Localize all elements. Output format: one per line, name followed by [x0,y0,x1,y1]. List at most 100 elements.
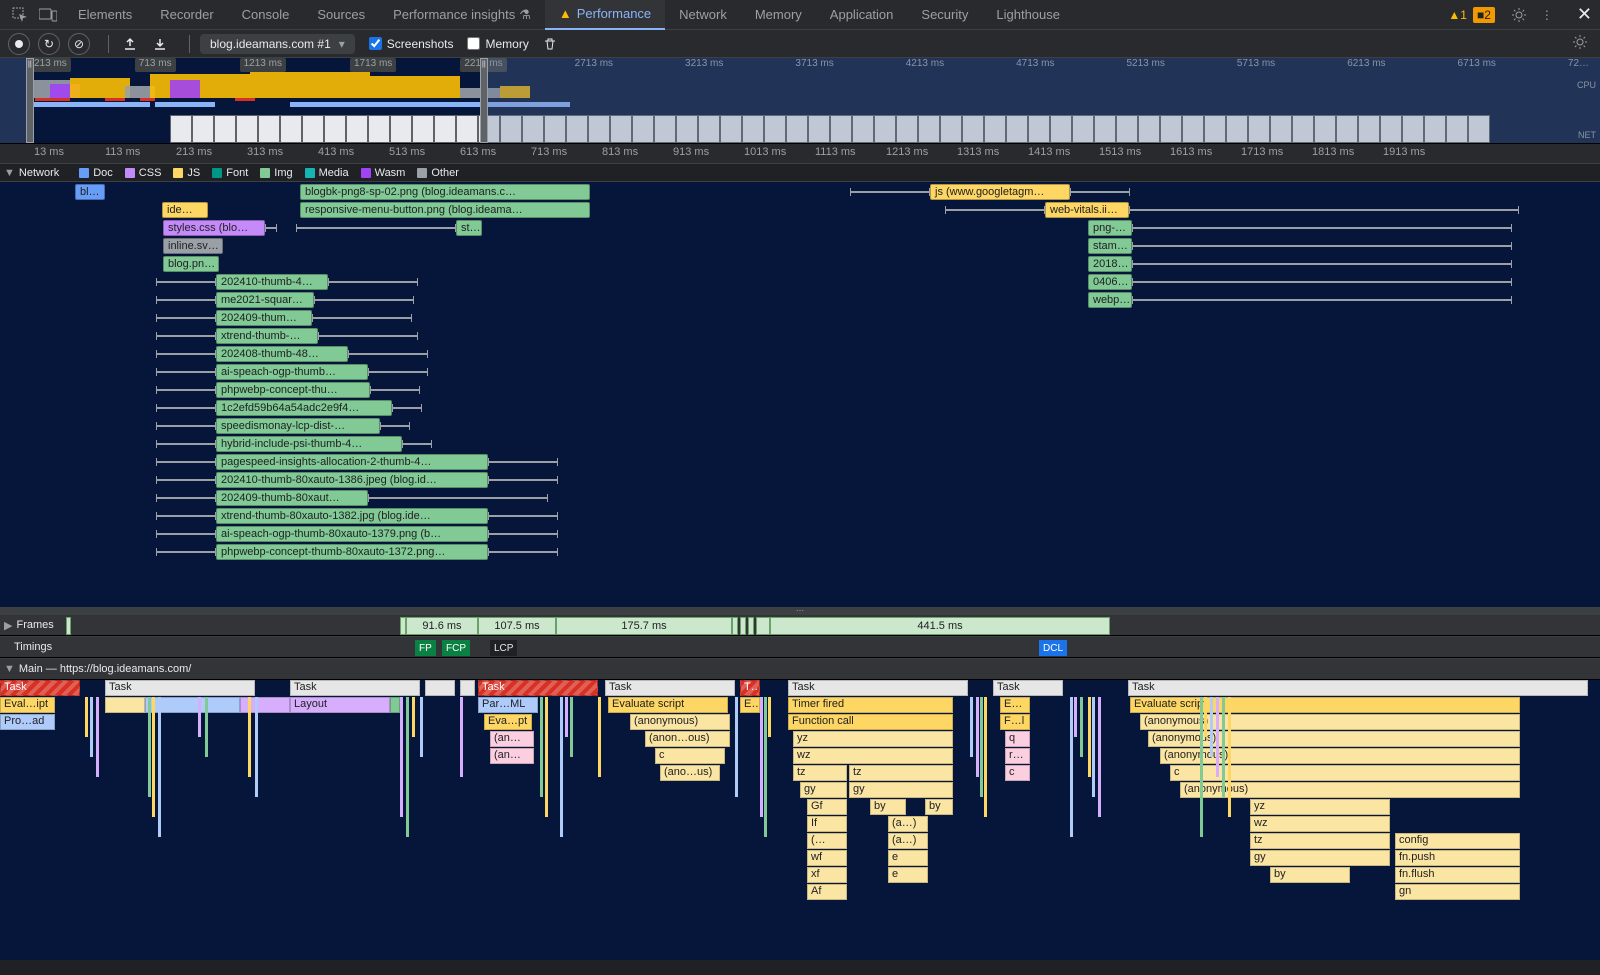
device-toolbar-icon[interactable] [36,3,60,27]
flame-bar[interactable]: (anonymous) [1160,748,1520,764]
flame-bar[interactable]: Layout [290,697,390,713]
flame-bar[interactable]: (… [807,833,847,849]
network-request-bar[interactable]: 0406… [1088,274,1132,290]
filmstrip-thumb[interactable] [390,115,412,143]
flame-bar[interactable] [460,680,475,696]
flame-bar[interactable]: (a…) [888,816,928,832]
flame-bar[interactable]: Task [0,680,80,696]
collapse-triangle-icon[interactable]: ▶ [4,619,12,632]
timing-marker-lcp[interactable]: LCP [490,640,517,656]
network-header[interactable]: ▼ Network DocCSSJSFontImgMediaWasmOther [0,164,1600,182]
flame-bar[interactable]: by [870,799,906,815]
network-request-bar[interactable]: png-… [1088,220,1132,236]
screenshots-checkbox[interactable]: Screenshots [369,37,454,51]
frame-segment[interactable]: 175.7 ms [556,617,732,635]
filmstrip-thumb[interactable] [324,115,346,143]
network-request-bar[interactable]: blogbk-png8-sp-02.png (blog.ideamans.c… [300,184,590,200]
network-request-bar[interactable]: js (www.googletagm… [930,184,1070,200]
flame-bar[interactable]: by [925,799,953,815]
flame-bar[interactable]: T… [740,680,760,696]
flame-bar[interactable]: (a…) [888,833,928,849]
filmstrip-thumb[interactable] [368,115,390,143]
network-request-bar[interactable]: ai-speach-ogp-thumb… [216,364,368,380]
main-header[interactable]: ▼ Main — https://blog.ideamans.com/ [0,658,1600,680]
flame-bar[interactable]: Pro…ad [0,714,55,730]
timing-marker-fcp[interactable]: FCP [442,640,470,656]
flame-bar[interactable]: yz [1250,799,1390,815]
splitter-handle[interactable]: ⋯ [0,607,1600,614]
network-lane[interactable]: bl…ide…js (www.googletagm…web-vitals.ii…… [0,182,1600,607]
flame-bar[interactable]: Par…ML [478,697,538,713]
frame-segment[interactable] [740,617,746,635]
flame-bar[interactable]: wz [793,748,953,764]
flame-bar[interactable]: Evaluate script [1130,697,1520,713]
garbage-collect-icon[interactable] [539,33,561,55]
flame-bar[interactable] [390,697,400,713]
inspect-icon[interactable] [8,3,32,27]
flame-bar[interactable]: by [1270,867,1350,883]
flame-bar[interactable]: (an…s) [490,748,534,764]
flame-bar[interactable]: fn.flush [1395,867,1520,883]
network-request-bar[interactable]: st… [456,220,482,236]
tab-elements[interactable]: Elements [64,0,146,30]
flame-bar[interactable]: If [807,816,847,832]
network-request-bar[interactable]: ide… [162,202,208,218]
network-request-bar[interactable]: 202410-thumb-4… [216,274,328,290]
timings-header[interactable]: Timings FPFCPLCPDCL [0,636,1600,658]
memory-input[interactable] [467,37,480,50]
flame-bar[interactable]: gy [800,782,847,798]
frames-lane[interactable]: 91.6 ms107.5 ms175.7 ms441.5 ms [66,615,1600,637]
flame-bar[interactable]: Function call [788,714,953,730]
flame-bar[interactable]: E…d [1000,697,1030,713]
message-badge[interactable]: ■ 2 [1473,7,1495,23]
record-button[interactable] [8,33,30,55]
flame-bar[interactable]: (anonymous) [630,714,730,730]
flame-bar[interactable]: Task [993,680,1063,696]
frames-header[interactable]: ▶ Frames 91.6 ms107.5 ms175.7 ms441.5 ms [0,614,1600,636]
flame-bar[interactable]: q [1005,731,1030,747]
flame-bar[interactable]: wf [807,850,847,866]
timing-marker-fp[interactable]: FP [415,640,436,656]
flame-bar[interactable] [105,697,145,713]
flame-bar[interactable]: (anon…ous) [645,731,730,747]
network-request-bar[interactable]: pagespeed-insights-allocation-2-thumb-4… [216,454,488,470]
filmstrip-thumb[interactable] [170,115,192,143]
frame-segment[interactable]: 441.5 ms [770,617,1110,635]
tab-network[interactable]: Network [665,0,741,30]
flame-bar[interactable]: tz [793,765,847,781]
flame-bar[interactable]: Task [290,680,420,696]
flame-bar[interactable]: Timer fired [788,697,953,713]
network-request-bar[interactable]: speedismonay-lcp-dist-… [216,418,380,434]
flame-bar[interactable]: F…l [1000,714,1030,730]
network-request-bar[interactable]: responsive-menu-button.png (blog.ideama… [300,202,590,218]
overview-handle-right[interactable] [480,58,488,143]
network-request-bar[interactable]: xtrend-thumb-… [216,328,318,344]
recording-select[interactable]: blog.ideamans.com #1 ▾ [200,34,355,54]
flame-bar[interactable]: Eval…ipt [0,697,55,713]
flame-bar[interactable]: (an…s) [490,731,534,747]
tab-console[interactable]: Console [228,0,304,30]
network-request-bar[interactable]: 202408-thumb-48… [216,346,348,362]
frame-segment[interactable] [66,617,71,635]
network-request-bar[interactable]: bl… [75,184,105,200]
frame-segment[interactable] [732,617,738,635]
network-request-bar[interactable]: me2021-squar… [216,292,314,308]
flame-bar[interactable]: e [888,867,928,883]
network-request-bar[interactable]: 202409-thum… [216,310,312,326]
flame-bar[interactable]: Task [1128,680,1588,696]
clear-button[interactable]: ⊘ [68,33,90,55]
flame-bar[interactable]: Evaluate script [608,697,728,713]
filmstrip-thumb[interactable] [434,115,456,143]
network-request-bar[interactable]: phpwebp-concept-thumb-80xauto-1372.png… [216,544,488,560]
collapse-triangle-icon[interactable]: ▼ [4,167,15,179]
timeline-ruler[interactable]: 13 ms113 ms213 ms313 ms413 ms513 ms613 m… [0,144,1600,164]
flame-bar[interactable]: tz [849,765,953,781]
reload-record-button[interactable]: ↻ [38,33,60,55]
flame-bar[interactable]: config [1395,833,1520,849]
flame-bar[interactable]: gy [1250,850,1390,866]
flame-bar[interactable]: (anonymous) [1140,714,1520,730]
flame-bar[interactable]: yz [793,731,953,747]
network-request-bar[interactable]: xtrend-thumb-80xauto-1382.jpg (blog.ide… [216,508,488,524]
flame-bar[interactable]: gy [849,782,953,798]
flame-bar[interactable]: Gf [807,799,847,815]
